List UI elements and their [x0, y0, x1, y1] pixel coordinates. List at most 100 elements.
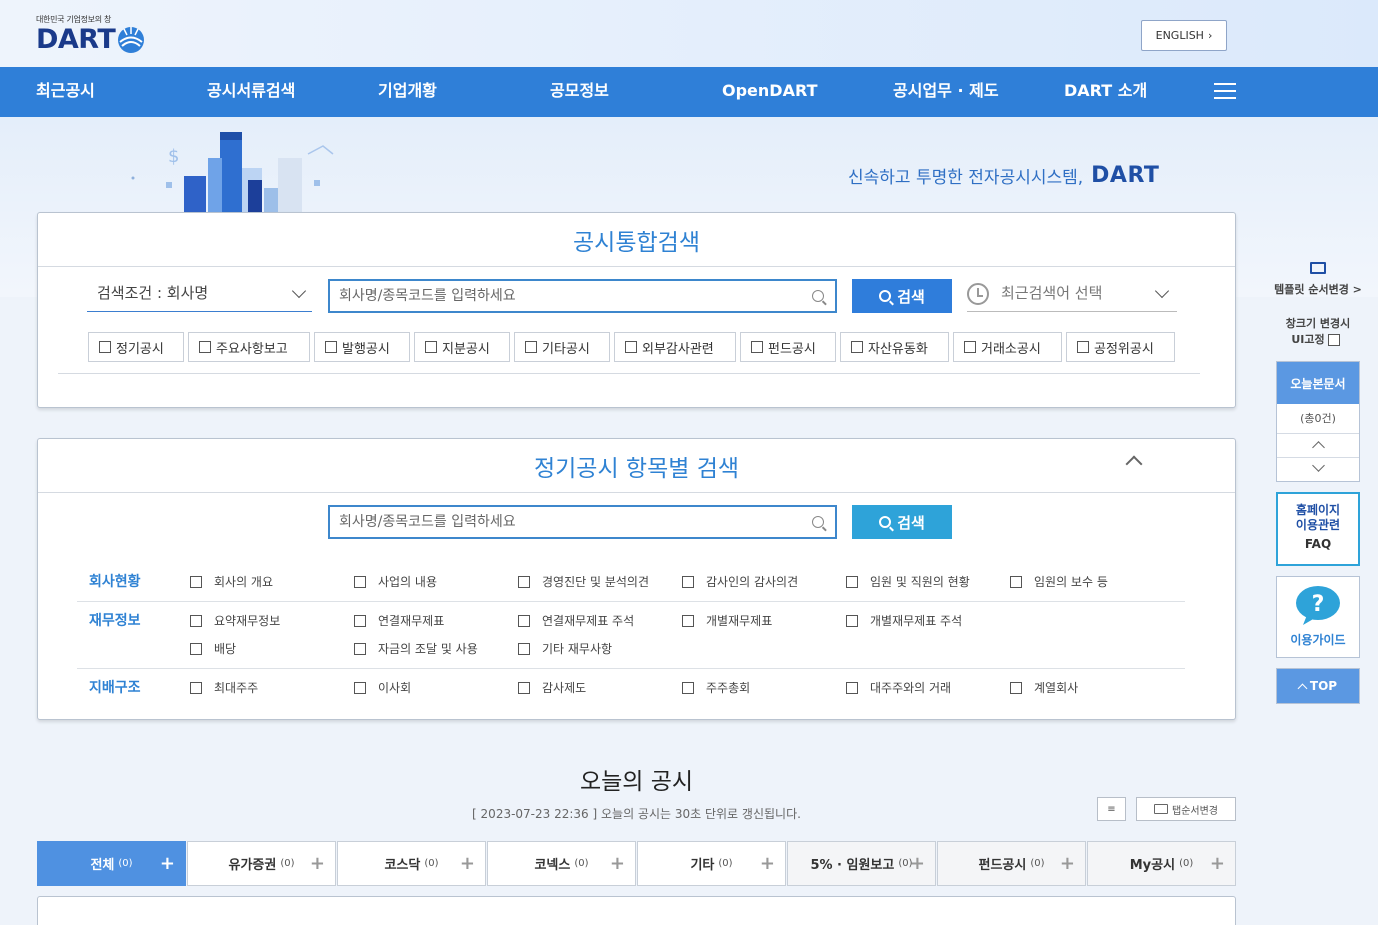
plus-icon[interactable]: +	[160, 853, 175, 874]
user-guide-button[interactable]: ? 이용가이드	[1276, 576, 1360, 658]
filter-equity[interactable]: 지분공시	[414, 332, 510, 362]
chevron-down-icon	[291, 283, 307, 299]
filter-abs[interactable]: 자산유동화	[840, 332, 949, 362]
checkbox[interactable]	[851, 341, 863, 353]
tab-konex[interactable]: 코넥스 (0) +	[487, 841, 636, 886]
item-checkbox[interactable]: 개별재무제표 주석	[846, 612, 962, 629]
item-checkbox[interactable]: 최대주주	[190, 679, 258, 696]
tab-fund[interactable]: 펀드공시 (0) +	[937, 841, 1086, 886]
filter-regular[interactable]: 정기공시	[88, 332, 184, 362]
nav-opendart[interactable]: OpenDART	[722, 67, 817, 117]
tab-all[interactable]: 전체 (0) +	[37, 841, 186, 886]
integrated-search-input[interactable]: 회사명/종목코드를 입력하세요	[328, 279, 837, 313]
item-checkbox[interactable]: 자금의 조달 및 사용	[354, 640, 478, 657]
item-checkbox[interactable]: 연결재무제표 주석	[518, 612, 634, 629]
monitor-icon	[1154, 804, 1168, 814]
list-view-icon[interactable]: ≡	[1097, 797, 1126, 821]
plus-icon[interactable]: +	[460, 853, 475, 874]
item-search-title: 정기공시 항목별 검색	[533, 456, 740, 482]
row-label-financial: 재무정보	[89, 613, 141, 629]
tab-kosdaq[interactable]: 코스닥 (0) +	[337, 841, 486, 886]
search-icon	[879, 516, 892, 528]
chevron-up-icon	[1297, 683, 1308, 693]
checkbox[interactable]	[1077, 341, 1089, 353]
recent-docs-box: 오늘본문서 (총0건)	[1276, 361, 1360, 482]
filter-external-audit[interactable]: 외부감사관련	[614, 332, 736, 362]
today-docs-count: (총0건)	[1277, 404, 1359, 434]
item-checkbox[interactable]: 회사의 개요	[190, 573, 273, 590]
nav-document-search[interactable]: 공시서류검색	[207, 67, 295, 117]
nav-about-dart[interactable]: DART 소개	[1064, 67, 1147, 117]
checkbox[interactable]	[964, 341, 976, 353]
item-checkbox[interactable]: 대주주와의 거래	[846, 679, 951, 696]
filter-ftc[interactable]: 공정위공시	[1066, 332, 1175, 362]
item-checkbox[interactable]: 감사제도	[518, 679, 586, 696]
english-button[interactable]: ENGLISH ›	[1141, 20, 1227, 51]
plus-icon[interactable]: +	[610, 853, 625, 874]
template-order-link[interactable]: 템플릿 순서변경 >	[1270, 282, 1366, 298]
item-checkbox[interactable]: 요약재무정보	[190, 612, 280, 629]
item-checkbox[interactable]: 계열회사	[1010, 679, 1078, 696]
item-checkbox[interactable]: 주주총회	[682, 679, 750, 696]
filter-major-report[interactable]: 주요사항보고	[188, 332, 310, 362]
filter-exchange[interactable]: 거래소공시	[953, 332, 1062, 362]
svg-text:$: $	[168, 146, 179, 167]
item-checkbox[interactable]: 이사회	[354, 679, 411, 696]
checkbox[interactable]	[325, 341, 337, 353]
checkbox[interactable]	[751, 341, 763, 353]
today-list-panel	[37, 896, 1236, 925]
top-header: 대한민국 기업정보의 창 DART ENGLISH ›	[0, 0, 1378, 67]
item-checkbox[interactable]: 기타 재무사항	[518, 640, 612, 657]
filter-other[interactable]: 기타공시	[514, 332, 610, 362]
search-icon	[812, 516, 824, 528]
filter-issuance[interactable]: 발행공시	[314, 332, 410, 362]
search-condition-select[interactable]: 검색조건 : 회사명	[87, 278, 312, 312]
item-checkbox[interactable]: 연결재무제표	[354, 612, 444, 629]
menu-icon[interactable]	[1214, 83, 1236, 101]
integrated-search-title: 공시통합검색	[573, 230, 700, 256]
ui-fix-checkbox[interactable]	[1328, 334, 1340, 346]
item-search-button[interactable]: 검색	[852, 505, 952, 539]
tab-order-button[interactable]: 탭순서변경	[1136, 797, 1236, 821]
nav-company-overview[interactable]: 기업개황	[378, 67, 437, 117]
today-title: 오늘의 공시	[579, 769, 694, 795]
checkbox[interactable]	[425, 341, 437, 353]
nav-recent-disclosure[interactable]: 최근공시	[36, 67, 95, 117]
plus-icon[interactable]: +	[1060, 853, 1075, 874]
scroll-down-button[interactable]	[1277, 458, 1359, 481]
scroll-up-button[interactable]	[1277, 434, 1359, 458]
tab-my[interactable]: My공시 (0) +	[1087, 841, 1236, 886]
top-button[interactable]: TOP	[1276, 668, 1360, 704]
tab-5percent[interactable]: 5% · 임원보고 (0) +	[787, 841, 936, 886]
item-checkbox[interactable]: 개별재무제표	[682, 612, 772, 629]
checkbox[interactable]	[99, 341, 111, 353]
search-icon	[879, 290, 892, 302]
checkbox[interactable]	[525, 341, 537, 353]
item-checkbox[interactable]: 사업의 내용	[354, 573, 437, 590]
item-checkbox[interactable]: 경영진단 및 분석의견	[518, 573, 649, 590]
item-checkbox[interactable]: 감사인의 감사의견	[682, 573, 798, 590]
tab-other[interactable]: 기타 (0) +	[637, 841, 786, 886]
monitor-icon[interactable]	[1310, 262, 1326, 274]
item-search-input[interactable]: 회사명/종목코드를 입력하세요	[328, 505, 837, 539]
plus-icon[interactable]: +	[310, 853, 325, 874]
plus-icon[interactable]: +	[910, 853, 925, 874]
plus-icon[interactable]: +	[760, 853, 775, 874]
chevron-down-icon	[1312, 459, 1325, 472]
recent-search-select[interactable]: 최근검색어 선택	[967, 278, 1177, 312]
checkbox[interactable]	[199, 341, 211, 353]
integrated-search-button[interactable]: 검색	[852, 279, 952, 313]
tab-kospi[interactable]: 유가증권 (0) +	[187, 841, 336, 886]
today-docs-label: 오늘본문서	[1277, 362, 1359, 404]
item-checkbox[interactable]: 임원 및 직원의 현황	[846, 573, 970, 590]
dart-logo[interactable]: 대한민국 기업정보의 창 DART	[36, 14, 146, 55]
item-checkbox[interactable]: 임원의 보수 등	[1010, 573, 1108, 590]
nav-disclosure-system[interactable]: 공시업무 · 제도	[893, 67, 999, 117]
nav-offering-info[interactable]: 공모정보	[550, 67, 609, 117]
filter-fund[interactable]: 펀드공시	[740, 332, 836, 362]
plus-icon[interactable]: +	[1210, 853, 1225, 874]
svg-text:?: ?	[1312, 592, 1325, 617]
checkbox[interactable]	[625, 341, 637, 353]
item-checkbox[interactable]: 배당	[190, 640, 236, 657]
faq-button[interactable]: 홈페이지 이용관련 FAQ	[1276, 492, 1360, 566]
